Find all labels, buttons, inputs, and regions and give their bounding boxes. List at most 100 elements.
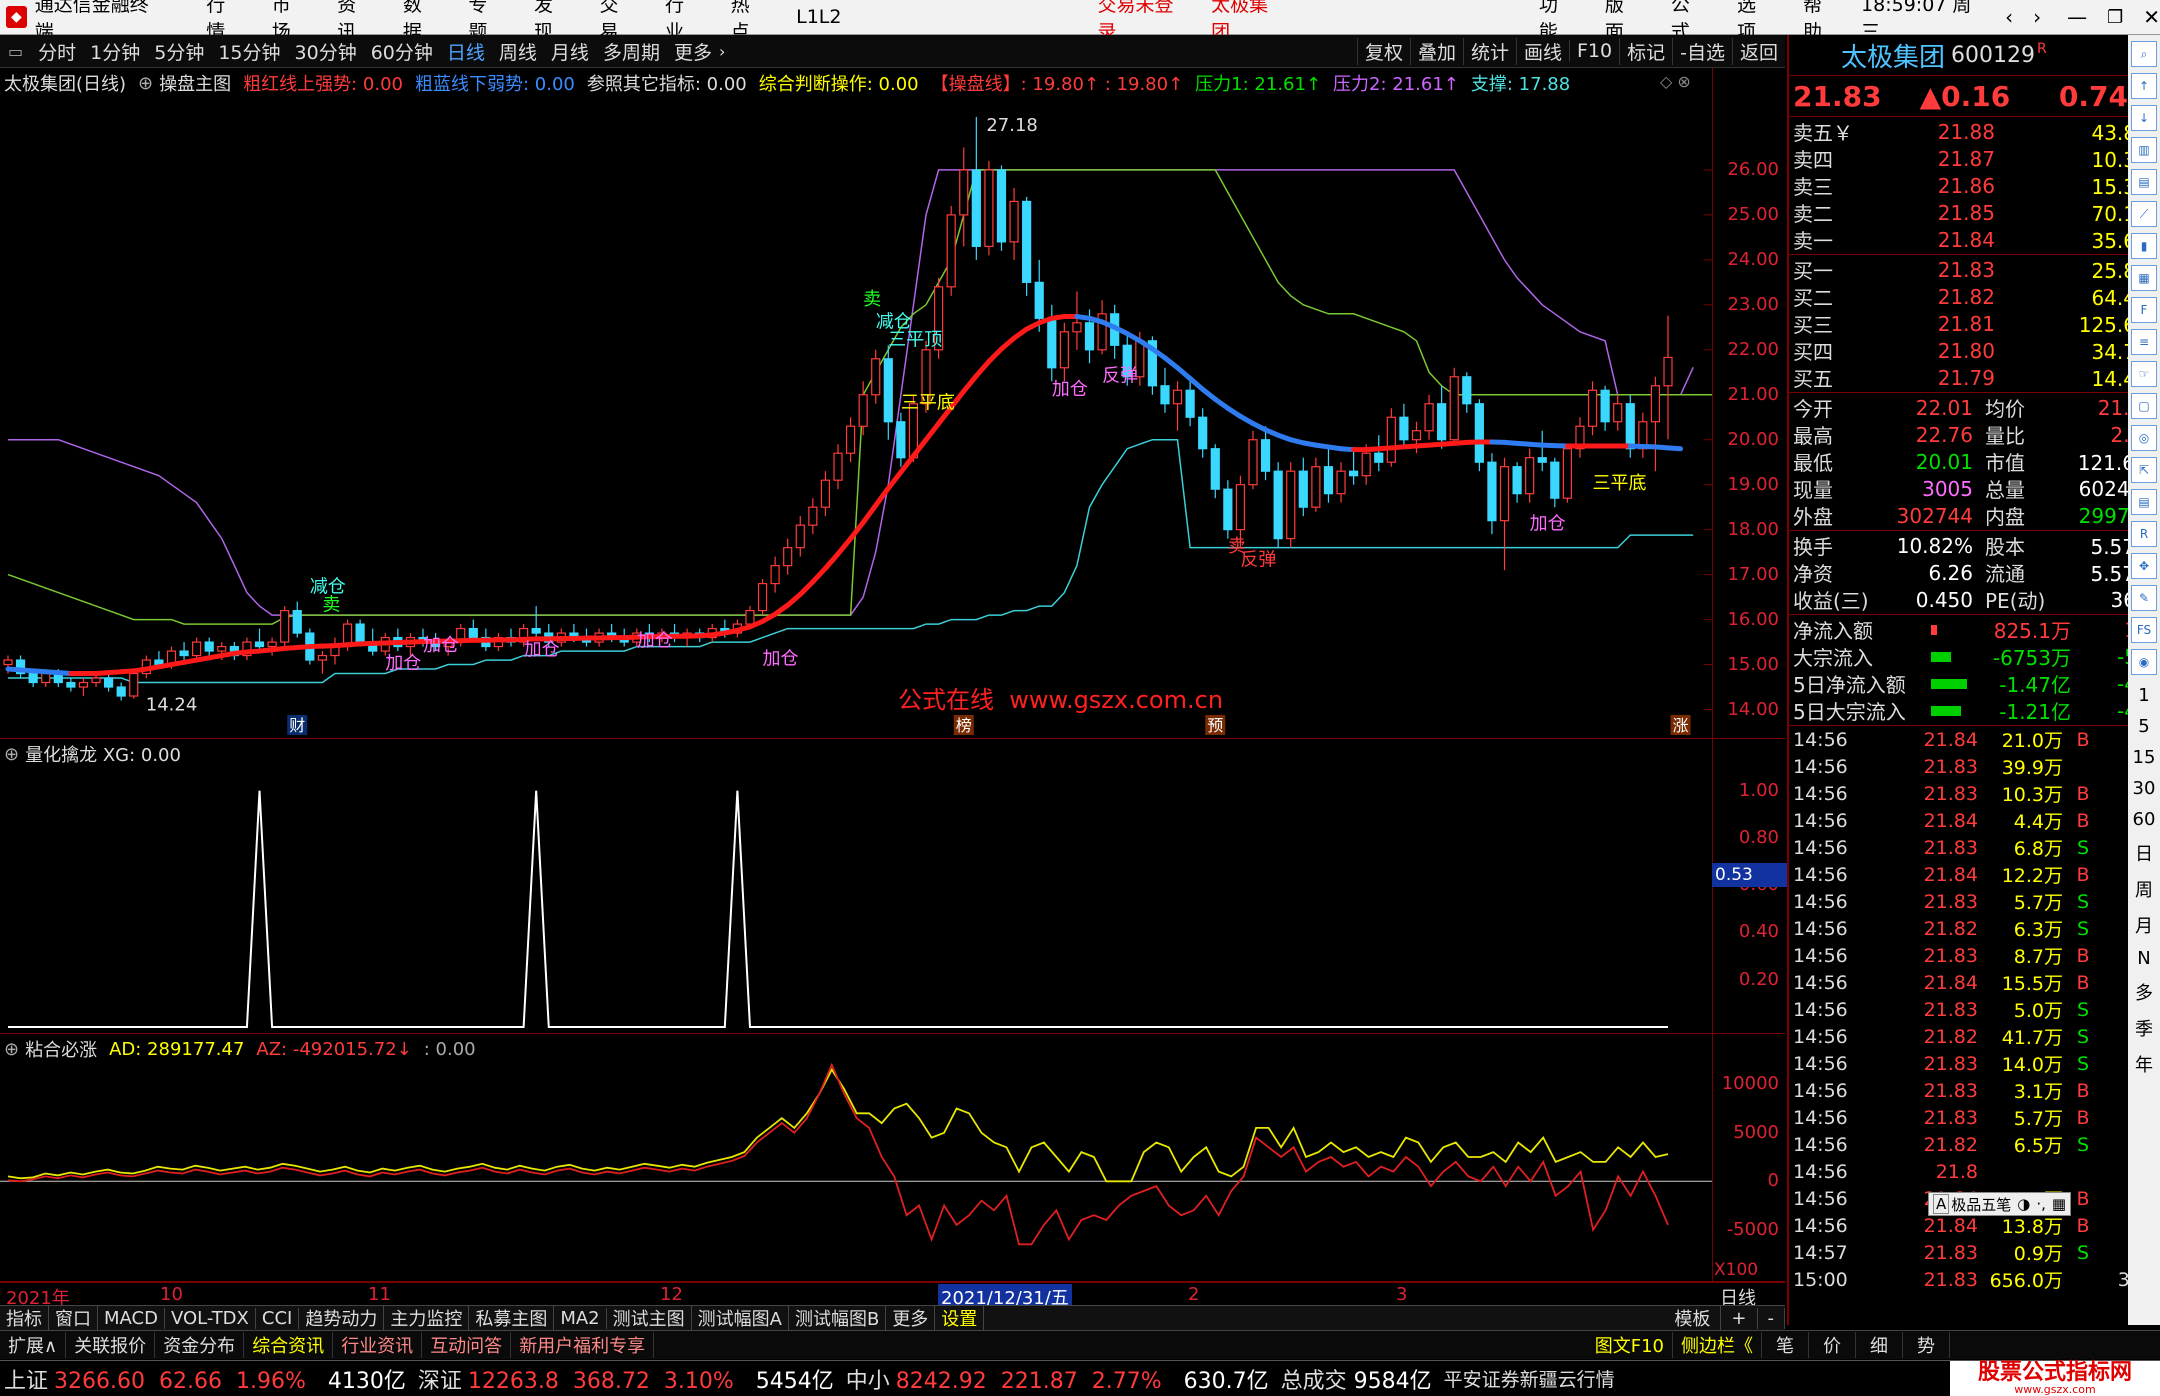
info-link-0[interactable]: 扩展∧ [0, 1332, 66, 1358]
tick-row[interactable]: 14:5621.8415.5万B16 [1789, 969, 2160, 996]
menu-9[interactable]: L1L2 [796, 6, 841, 28]
sidebar-pointer-icon[interactable]: ☞ [2131, 361, 2157, 387]
indicator-tab-7[interactable]: 私募主图 [469, 1305, 554, 1331]
indicator-tab-13[interactable]: 设置 [935, 1305, 984, 1331]
period-tab-8[interactable]: 月线 [544, 38, 596, 65]
period-tab-6[interactable]: 日线 [440, 38, 492, 65]
sidebar-label-5[interactable]: 季 [2132, 1015, 2156, 1041]
ime-mode-icon[interactable]: A [1933, 1194, 1949, 1214]
period-tab-9[interactable]: 多周期 [596, 38, 667, 65]
sidebar-period-1[interactable]: 1 [2132, 685, 2156, 706]
tick-row[interactable]: 14:5621.812 [1789, 1158, 2160, 1185]
sidebar-label-4[interactable]: 多 [2132, 979, 2156, 1005]
indicator-tab-9[interactable]: 测试主图 [607, 1305, 692, 1331]
tab-right-1[interactable]: + [1721, 1308, 1757, 1329]
tick-row[interactable]: 14:5621.8413.8万B5 [1789, 1212, 2160, 1239]
back-icon[interactable]: ‹ [2005, 5, 2013, 29]
bid-row[interactable]: 买四21.8034.7万 [1789, 337, 2160, 364]
more-chevron-icon[interactable]: › [719, 42, 725, 61]
link-right-0[interactable]: 图文F10 [1587, 1332, 1673, 1358]
tick-row[interactable]: 14:5621.8310.3万B7 [1789, 780, 2160, 807]
bid-row[interactable]: 买一21.8325.8万 [1789, 256, 2160, 283]
tick-row[interactable]: 14:5621.826.3万S12 [1789, 915, 2160, 942]
tick-row[interactable]: 14:5621.8314.0万S6 [1789, 1050, 2160, 1077]
chart-tool-0[interactable]: 复权 [1357, 38, 1410, 65]
sidebar-kline-icon[interactable]: ▥ [2131, 137, 2157, 163]
sidebar-period-5[interactable]: 5 [2132, 716, 2156, 737]
bid-row[interactable]: 买三21.81125.6万 [1789, 310, 2160, 337]
period-tab-7[interactable]: 周线 [492, 38, 544, 65]
tick-row[interactable]: 15:0021.83656.0万315 [1789, 1266, 2160, 1293]
chart-tool-4[interactable]: F10 [1569, 40, 1619, 62]
indicator-pane-xg[interactable]: ⊕ 量化擒龙 XG: 0.00 1.000.800.600.400.20 0.5… [0, 739, 1785, 1034]
sidebar-up-icon[interactable]: ↑ [2131, 73, 2157, 99]
period-tab-4[interactable]: 30分钟 [288, 38, 364, 65]
ask-row[interactable]: 卖五￥21.8843.8万 [1789, 118, 2160, 145]
link-right-4[interactable]: 细 [1856, 1332, 1903, 1358]
index-0[interactable]: 上证3266.6062.661.96%4130亿 [4, 1363, 406, 1395]
sidebar-search-icon[interactable]: ⌕ [2131, 41, 2157, 67]
chart-tool-5[interactable]: 标记 [1619, 38, 1672, 65]
ask-row[interactable]: 卖四21.8710.3万 [1789, 145, 2160, 172]
info-link-2[interactable]: 资金分布 [155, 1332, 244, 1358]
link-right-5[interactable]: 势 [1903, 1332, 1950, 1358]
candlestick-chart[interactable]: 27.1814.24卖减仓三平顶三平底反弹加仓减仓卖加仓加仓加仓加仓加仓反弹加仓… [0, 68, 1712, 738]
forward-icon[interactable]: › [2033, 5, 2041, 29]
indicator-tab-5[interactable]: 趋势动力 [299, 1305, 384, 1331]
indicator-tab-6[interactable]: 主力监控 [384, 1305, 469, 1331]
bid-row[interactable]: 买二21.8264.4万 [1789, 283, 2160, 310]
tick-row[interactable]: 14:5621.8339.9万20 [1789, 753, 2160, 780]
tick-row[interactable]: 14:5621.833.1万B4 [1789, 1077, 2160, 1104]
chart-tool-2[interactable]: 统计 [1463, 38, 1516, 65]
sidebar-period-15[interactable]: 15 [2132, 747, 2156, 768]
sidebar-label-2[interactable]: 月 [2132, 912, 2156, 938]
sidebar-list-icon[interactable]: ≡ [2131, 329, 2157, 355]
indicator-pane-ad[interactable]: ⊕ 粘合必涨 AD: 289177.47 AZ: -492015.72↓ : 0… [0, 1034, 1785, 1282]
sidebar-chart-icon[interactable]: ▤ [2131, 169, 2157, 195]
link-right-3[interactable]: 价 [1809, 1332, 1856, 1358]
info-link-3[interactable]: 综合资讯 [244, 1332, 333, 1358]
indicator-tab-12[interactable]: 更多 [886, 1305, 935, 1331]
sidebar-f10-icon[interactable]: F [2131, 297, 2157, 323]
info-link-4[interactable]: 行业资讯 [333, 1332, 422, 1358]
chart-tool-7[interactable]: 返回 [1732, 38, 1785, 65]
sidebar-period-30[interactable]: 30 [2132, 778, 2156, 799]
sidebar-fs-icon[interactable]: FS [2131, 617, 2157, 643]
period-tab-1[interactable]: 1分钟 [83, 38, 147, 65]
main-chart-pane[interactable]: 太极集团(日线) ⊕操盘主图粗红线上强势: 0.00粗蓝线下弱势: 0.00参照… [0, 68, 1785, 739]
indicator-tab-8[interactable]: MA2 [554, 1308, 606, 1329]
info-link-1[interactable]: 关联报价 [66, 1332, 155, 1358]
period-tab-2[interactable]: 5分钟 [147, 38, 211, 65]
indicator-tab-0[interactable]: 指标 [0, 1305, 49, 1331]
ime-punct-icon[interactable]: ·, [2036, 1195, 2046, 1213]
sidebar-down-icon[interactable]: ↓ [2131, 105, 2157, 131]
tick-row[interactable]: 14:5621.835.7万S11 [1789, 888, 2160, 915]
ime-popup[interactable]: A 极品五笔 ◑ ·, ▦ [1928, 1192, 2071, 1216]
sidebar-rsi-icon[interactable]: R [2131, 521, 2157, 547]
link-right-2[interactable]: 笔 [1762, 1332, 1809, 1358]
sidebar-pen-icon[interactable]: ✎ [2131, 585, 2157, 611]
indicator-tab-4[interactable]: CCI [256, 1308, 299, 1329]
sidebar-cursor-icon[interactable]: ⇱ [2131, 457, 2157, 483]
indicator-tab-3[interactable]: VOL-TDX [165, 1308, 256, 1329]
sidebar-period-60[interactable]: 60 [2132, 809, 2156, 830]
info-link-6[interactable]: 新用户福利专享 [511, 1332, 654, 1358]
tick-row[interactable]: 14:5621.8241.7万S15 [1789, 1023, 2160, 1050]
sidebar-label-6[interactable]: 年 [2132, 1051, 2156, 1077]
tick-row[interactable]: 14:5621.826.5万S7 [1789, 1131, 2160, 1158]
chart-tool-6[interactable]: -自选 [1672, 38, 1732, 65]
tick-row[interactable]: 14:5621.835.7万B7 [1789, 1104, 2160, 1131]
indicator-tab-1[interactable]: 窗口 [49, 1305, 98, 1331]
index-1[interactable]: 深证12263.8368.723.10%5454亿 [418, 1363, 834, 1395]
chart-tool-3[interactable]: 画线 [1516, 38, 1569, 65]
period-tab-10[interactable]: 更多 [667, 38, 719, 65]
tick-row[interactable]: 14:5621.8412.2万B18 [1789, 861, 2160, 888]
indicator-tab-2[interactable]: MACD [98, 1308, 165, 1329]
bid-row[interactable]: 买五21.7914.4万 [1789, 364, 2160, 391]
ime-keyboard-icon[interactable]: ▦ [2052, 1195, 2066, 1213]
tick-row[interactable]: 14:5621.838.7万B8 [1789, 942, 2160, 969]
indicator-tab-10[interactable]: 测试幅图A [692, 1305, 789, 1331]
ime-moon-icon[interactable]: ◑ [2017, 1195, 2030, 1213]
sidebar-grid-icon[interactable]: ▦ [2131, 265, 2157, 291]
ad-az-chart[interactable] [0, 1034, 1712, 1281]
